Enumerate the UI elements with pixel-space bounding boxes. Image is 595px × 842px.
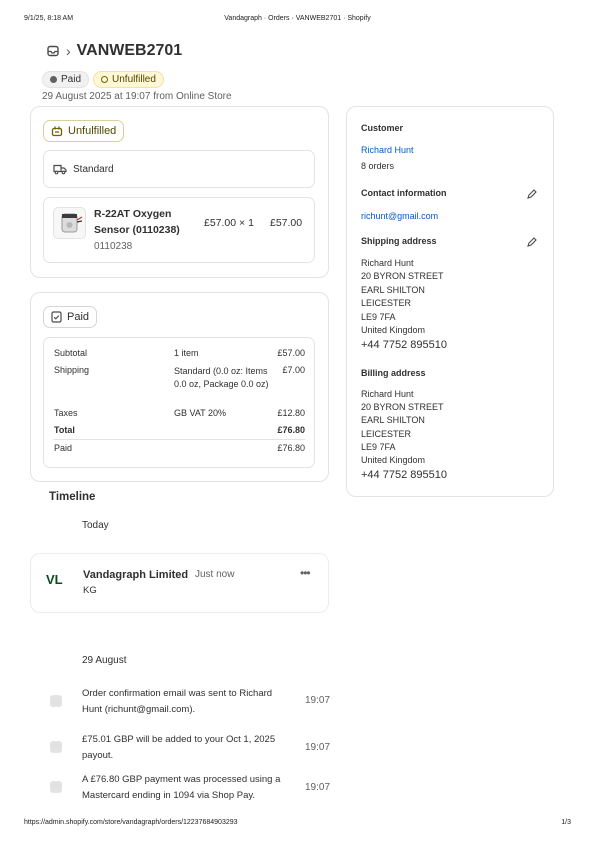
shipping-address-line: LEICESTER — [361, 298, 412, 308]
unit-price: £57.00 — [204, 217, 237, 229]
more-actions-icon[interactable]: ••• — [300, 566, 311, 580]
subtotal-label: Subtotal — [54, 348, 88, 358]
shipping-address-line: LE9 7FA — [361, 312, 396, 322]
timeline-title: Timeline — [49, 491, 96, 503]
order-status-badges: Paid Unfulfilled — [42, 71, 164, 88]
paid-label: Paid — [67, 311, 90, 323]
product-name-link[interactable]: R-22AT Oxygen Sensor (0110238) — [94, 206, 194, 238]
total-amount: £76.80 — [277, 425, 305, 435]
timeline-event-text: £75.01 GBP will be added to your Oct 1, … — [82, 734, 276, 761]
print-footer-url: https://admin.shopify.com/store/vandagra… — [24, 819, 238, 826]
timeline-event-text: Order confirmation email was sent to Ric… — [82, 688, 273, 715]
billing-address-line: 20 BYRON STREET — [361, 402, 444, 412]
taxes-detail: GB VAT 20% — [174, 408, 227, 418]
unfulfilled-label: Unfulfilled — [68, 125, 117, 137]
billing-address-line: Richard Hunt — [361, 389, 414, 399]
shipping-address-line: 20 BYRON STREET — [361, 271, 444, 281]
shipping-phone: +44 7752 895510 — [361, 339, 447, 351]
shipping-address-line: United Kingdom — [361, 325, 426, 335]
shipping-label: Shipping — [54, 365, 90, 375]
shipping-address-line: Richard Hunt — [361, 258, 414, 268]
customer-orders-link[interactable]: 8 orders — [361, 161, 394, 171]
timeline-event-time: 19:07 — [305, 695, 331, 706]
timeline-event-text: A £76.80 GBP payment was processed using… — [82, 774, 281, 801]
shipping-method-box: Standard — [43, 150, 315, 188]
billing-address-line: LE9 7FA — [361, 442, 396, 452]
hollow-dot-icon — [101, 76, 109, 83]
product-sku: 0110238 — [94, 241, 133, 252]
filled-dot-icon — [50, 76, 57, 83]
payment-event-icon — [50, 781, 62, 793]
comment-body: KG — [83, 585, 97, 596]
quantity: 1 — [248, 217, 254, 229]
billing-address-line: LEICESTER — [361, 429, 412, 439]
item-price-qty: £57.00 × 1 — [204, 217, 254, 229]
payment-status-badge: Paid — [42, 71, 90, 88]
pencil-icon[interactable] — [526, 236, 538, 248]
billing-address-line: United Kingdom — [361, 455, 426, 465]
truck-icon — [53, 164, 67, 175]
fulfillment-status-badge: Unfulfilled — [93, 71, 164, 88]
timeline-date-label: 29 August — [82, 655, 127, 666]
taxes-label: Taxes — [54, 408, 78, 418]
timeline-comment-card — [30, 553, 329, 613]
pencil-icon[interactable] — [526, 188, 538, 200]
unfulfilled-status-pill: Unfulfilled — [43, 120, 125, 142]
customer-email-link[interactable]: richunt@gmail.com — [361, 211, 438, 221]
shipping-method-label: Standard — [73, 163, 114, 175]
order-title-row: › VANWEB2701 — [46, 42, 182, 60]
payment-status-label: Paid — [61, 74, 82, 85]
shipping-amount: £7.00 — [282, 365, 305, 375]
product-thumbnail[interactable] — [53, 207, 86, 239]
receipt-check-icon — [51, 311, 62, 323]
inbox-icon[interactable] — [46, 44, 60, 58]
paid-row-label: Paid — [54, 443, 73, 453]
avatar: VL — [46, 572, 63, 587]
total-label: Total — [54, 425, 75, 435]
comment-author: Vandagraph Limited — [83, 569, 189, 581]
billing-address-heading: Billing address — [361, 368, 426, 378]
subtotal-amount: £57.00 — [277, 348, 305, 358]
chevron-right-icon: › — [66, 43, 71, 59]
billing-address-line: EARL SHILTON — [361, 415, 425, 425]
print-page-title: Vandagraph · Orders · VANWEB2701 · Shopi… — [224, 15, 371, 22]
order-date-source: 29 August 2025 at 19:07 from Online Stor… — [42, 91, 232, 102]
timeline-event-time: 19:07 — [305, 742, 331, 753]
oxygen-sensor-image — [61, 213, 83, 233]
billing-phone: +44 7752 895510 — [361, 469, 447, 481]
email-event-icon — [50, 695, 62, 707]
contact-heading: Contact information — [361, 188, 447, 198]
paid-status-pill: Paid — [43, 306, 98, 328]
subtotal-detail: 1 item — [174, 348, 199, 358]
fulfillment-package-icon — [51, 126, 63, 137]
paid-row-amount: £76.80 — [277, 443, 305, 453]
summary-divider — [53, 439, 305, 440]
customer-name-link[interactable]: Richard Hunt — [361, 145, 414, 155]
taxes-amount: £12.80 — [277, 408, 305, 418]
timeline-today-label: Today — [82, 520, 109, 531]
shipping-address-heading: Shipping address — [361, 236, 437, 246]
comment-time: Just now — [195, 569, 235, 580]
times-sign: × — [239, 217, 246, 229]
fulfillment-status-label: Unfulfilled — [112, 74, 156, 85]
customer-heading: Customer — [361, 123, 404, 133]
payout-event-icon — [50, 741, 62, 753]
line-total: £57.00 — [270, 217, 303, 229]
shipping-address-line: EARL SHILTON — [361, 285, 425, 295]
print-page-number: 1/3 — [561, 819, 571, 826]
timeline-event-time: 19:07 — [305, 782, 331, 793]
order-number: VANWEB2701 — [76, 42, 183, 59]
